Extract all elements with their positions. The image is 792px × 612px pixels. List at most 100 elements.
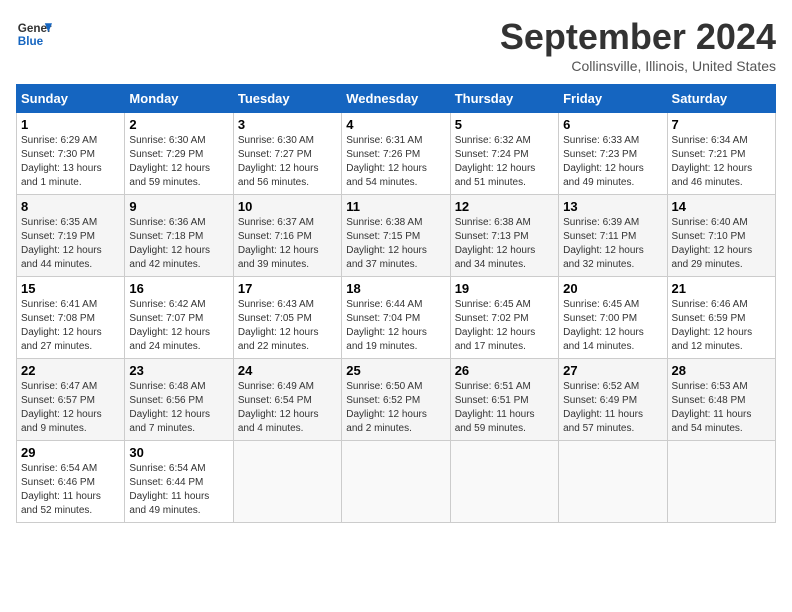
table-row: 6 Sunrise: 6:33 AM Sunset: 7:23 PM Daylig…: [559, 113, 667, 195]
table-row: 3Sunrise: 6:30 AM Sunset: 7:27 PM Daylig…: [233, 113, 341, 195]
table-row: 14 Sunrise: 6:40 AM Sunset: 7:10 PM Dayli…: [667, 195, 775, 277]
day-info: Sunrise: 6:40 AM Sunset: 7:10 PM Dayligh…: [672, 216, 771, 272]
day-info: Sunrise: 6:34 AM Sunset: 7:21 PM Dayligh…: [672, 134, 771, 190]
table-row: 11 Sunrise: 6:38 AM Sunset: 7:15 PM Dayli…: [342, 195, 450, 277]
col-thursday: Thursday: [450, 85, 558, 113]
calendar-week-row: 22Sunrise: 6:47 AM Sunset: 6:57 PM Dayli…: [17, 359, 776, 441]
day-number: 2: [129, 117, 228, 132]
day-info: Sunrise: 6:52 AM Sunset: 6:49 PM Dayligh…: [563, 380, 662, 436]
day-info: Sunrise: 6:29 AM Sunset: 7:30 PM Dayligh…: [21, 134, 120, 190]
day-info: Sunrise: 6:45 AM Sunset: 7:02 PM Dayligh…: [455, 298, 554, 354]
day-number: 11: [346, 199, 445, 214]
table-row: 2 Sunrise: 6:30 AM Sunset: 7:29 PM Daylig…: [125, 113, 233, 195]
calendar-table: Sunday Monday Tuesday Wednesday Thursday…: [16, 84, 776, 523]
day-number: 23: [129, 363, 228, 378]
day-info: Sunrise: 6:33 AM Sunset: 7:23 PM Dayligh…: [563, 134, 662, 190]
title-block: September 2024 Collinsville, Illinois, U…: [500, 16, 776, 74]
day-number: 12: [455, 199, 554, 214]
day-info: Sunrise: 6:46 AM Sunset: 6:59 PM Dayligh…: [672, 298, 771, 354]
day-info: Sunrise: 6:54 AM Sunset: 6:44 PM Dayligh…: [129, 462, 228, 518]
day-info: Sunrise: 6:47 AM Sunset: 6:57 PM Dayligh…: [21, 380, 120, 436]
table-row: 4 Sunrise: 6:31 AM Sunset: 7:26 PM Daylig…: [342, 113, 450, 195]
day-info: Sunrise: 6:38 AM Sunset: 7:13 PM Dayligh…: [455, 216, 554, 272]
day-number: 27: [563, 363, 662, 378]
day-number: 17: [238, 281, 337, 296]
table-row: 9 Sunrise: 6:36 AM Sunset: 7:18 PM Daylig…: [125, 195, 233, 277]
day-number: 19: [455, 281, 554, 296]
day-number: 29: [21, 445, 120, 460]
day-number: 18: [346, 281, 445, 296]
table-row: [667, 441, 775, 523]
day-number: 15: [21, 281, 120, 296]
day-number: 24: [238, 363, 337, 378]
day-number: 30: [129, 445, 228, 460]
day-number: 21: [672, 281, 771, 296]
svg-text:Blue: Blue: [18, 35, 44, 48]
logo: General Blue: [16, 16, 56, 52]
table-row: 25 Sunrise: 6:50 AM Sunset: 6:52 PM Dayli…: [342, 359, 450, 441]
table-row: 29 Sunrise: 6:54 AM Sunset: 6:46 PM Dayli…: [17, 441, 125, 523]
page-header: General Blue September 2024 Collinsville…: [16, 16, 776, 74]
general-blue-icon: General Blue: [16, 16, 52, 52]
day-number: 28: [672, 363, 771, 378]
day-info: Sunrise: 6:37 AM Sunset: 7:16 PM Dayligh…: [238, 216, 337, 272]
table-row: [559, 441, 667, 523]
day-info: Sunrise: 6:38 AM Sunset: 7:15 PM Dayligh…: [346, 216, 445, 272]
day-number: 16: [129, 281, 228, 296]
calendar-header-row: Sunday Monday Tuesday Wednesday Thursday…: [17, 85, 776, 113]
day-info: Sunrise: 6:36 AM Sunset: 7:18 PM Dayligh…: [129, 216, 228, 272]
day-number: 7: [672, 117, 771, 132]
day-info: Sunrise: 6:49 AM Sunset: 6:54 PM Dayligh…: [238, 380, 337, 436]
day-info: Sunrise: 6:51 AM Sunset: 6:51 PM Dayligh…: [455, 380, 554, 436]
day-info: Sunrise: 6:54 AM Sunset: 6:46 PM Dayligh…: [21, 462, 120, 518]
table-row: 10 Sunrise: 6:37 AM Sunset: 7:16 PM Dayli…: [233, 195, 341, 277]
day-number: 25: [346, 363, 445, 378]
table-row: 30 Sunrise: 6:54 AM Sunset: 6:44 PM Dayli…: [125, 441, 233, 523]
day-info: Sunrise: 6:45 AM Sunset: 7:00 PM Dayligh…: [563, 298, 662, 354]
day-info: Sunrise: 6:43 AM Sunset: 7:05 PM Dayligh…: [238, 298, 337, 354]
day-info: Sunrise: 6:48 AM Sunset: 6:56 PM Dayligh…: [129, 380, 228, 436]
table-row: [342, 441, 450, 523]
day-number: 1: [21, 117, 120, 132]
day-number: 9: [129, 199, 228, 214]
table-row: 17 Sunrise: 6:43 AM Sunset: 7:05 PM Dayli…: [233, 277, 341, 359]
location-label: Collinsville, Illinois, United States: [500, 58, 776, 74]
table-row: 26 Sunrise: 6:51 AM Sunset: 6:51 PM Dayli…: [450, 359, 558, 441]
table-row: [450, 441, 558, 523]
table-row: 21 Sunrise: 6:46 AM Sunset: 6:59 PM Dayli…: [667, 277, 775, 359]
table-row: 28 Sunrise: 6:53 AM Sunset: 6:48 PM Dayli…: [667, 359, 775, 441]
day-number: 5: [455, 117, 554, 132]
day-info: Sunrise: 6:32 AM Sunset: 7:24 PM Dayligh…: [455, 134, 554, 190]
calendar-week-row: 15Sunrise: 6:41 AM Sunset: 7:08 PM Dayli…: [17, 277, 776, 359]
calendar-week-row: 8Sunrise: 6:35 AM Sunset: 7:19 PM Daylig…: [17, 195, 776, 277]
table-row: 5 Sunrise: 6:32 AM Sunset: 7:24 PM Daylig…: [450, 113, 558, 195]
day-info: Sunrise: 6:42 AM Sunset: 7:07 PM Dayligh…: [129, 298, 228, 354]
day-number: 4: [346, 117, 445, 132]
day-info: Sunrise: 6:53 AM Sunset: 6:48 PM Dayligh…: [672, 380, 771, 436]
table-row: 19 Sunrise: 6:45 AM Sunset: 7:02 PM Dayli…: [450, 277, 558, 359]
table-row: 12 Sunrise: 6:38 AM Sunset: 7:13 PM Dayli…: [450, 195, 558, 277]
table-row: 27 Sunrise: 6:52 AM Sunset: 6:49 PM Dayli…: [559, 359, 667, 441]
col-monday: Monday: [125, 85, 233, 113]
month-title: September 2024: [500, 16, 776, 58]
day-number: 14: [672, 199, 771, 214]
day-info: Sunrise: 6:50 AM Sunset: 6:52 PM Dayligh…: [346, 380, 445, 436]
col-wednesday: Wednesday: [342, 85, 450, 113]
table-row: 8Sunrise: 6:35 AM Sunset: 7:19 PM Daylig…: [17, 195, 125, 277]
day-info: Sunrise: 6:31 AM Sunset: 7:26 PM Dayligh…: [346, 134, 445, 190]
table-row: 23 Sunrise: 6:48 AM Sunset: 6:56 PM Dayli…: [125, 359, 233, 441]
day-number: 6: [563, 117, 662, 132]
col-saturday: Saturday: [667, 85, 775, 113]
day-number: 20: [563, 281, 662, 296]
day-info: Sunrise: 6:30 AM Sunset: 7:29 PM Dayligh…: [129, 134, 228, 190]
table-row: 20 Sunrise: 6:45 AM Sunset: 7:00 PM Dayli…: [559, 277, 667, 359]
day-number: 26: [455, 363, 554, 378]
day-number: 13: [563, 199, 662, 214]
calendar-week-row: 29 Sunrise: 6:54 AM Sunset: 6:46 PM Dayli…: [17, 441, 776, 523]
table-row: 22Sunrise: 6:47 AM Sunset: 6:57 PM Dayli…: [17, 359, 125, 441]
day-number: 10: [238, 199, 337, 214]
calendar-week-row: 1 Sunrise: 6:29 AM Sunset: 7:30 PM Daylig…: [17, 113, 776, 195]
table-row: 1 Sunrise: 6:29 AM Sunset: 7:30 PM Daylig…: [17, 113, 125, 195]
day-info: Sunrise: 6:44 AM Sunset: 7:04 PM Dayligh…: [346, 298, 445, 354]
day-info: Sunrise: 6:30 AM Sunset: 7:27 PM Dayligh…: [238, 134, 337, 190]
